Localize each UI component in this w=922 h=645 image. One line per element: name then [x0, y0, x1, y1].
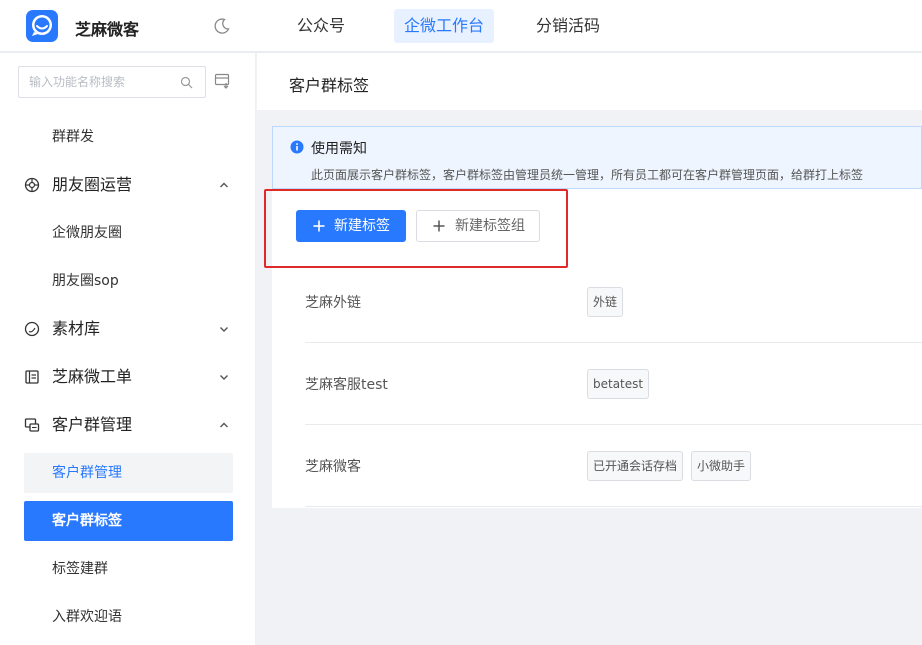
tag-chip[interactable]: 已开通会话存档	[587, 451, 684, 481]
info-icon	[290, 140, 304, 154]
brand-name: 芝麻微客	[75, 20, 140, 39]
page-header: 客户群标签	[257, 53, 922, 110]
tag-chip[interactable]: 小微助手	[691, 451, 752, 481]
search-icon[interactable]	[180, 76, 193, 89]
chevron-down-icon	[220, 327, 228, 332]
sidebar-item-kehuqun-manage[interactable]: 客户群管理	[24, 453, 233, 493]
sidebar-search	[18, 66, 206, 98]
sidebar-search-input[interactable]	[29, 67, 179, 97]
chevron-up-icon	[220, 422, 228, 428]
page-title: 客户群标签	[289, 76, 370, 95]
tag-group-row: 芝麻客服test betatest	[305, 343, 922, 425]
usage-notice: 使用需知 此页面展示客户群标签，客户群标签由管理员统一管理，所有员工都可在客户群…	[272, 126, 922, 189]
sidebar-group-pengyouquan[interactable]: 朋友圈运营	[0, 165, 256, 205]
sidebar-group-label: 朋友圈运营	[52, 175, 133, 194]
new-tag-button[interactable]: 新建标签	[296, 210, 406, 242]
content-card: 使用需知 此页面展示客户群标签，客户群标签由管理员统一管理，所有员工都可在客户群…	[272, 126, 922, 508]
top-header: 芝麻微客 公众号 企微工作台 分销活码	[0, 0, 922, 52]
group-chat-icon	[24, 418, 40, 432]
tag-group-name: 芝麻微客	[305, 459, 361, 475]
tag-group-row: 芝麻外链 外链	[305, 261, 922, 343]
notice-title: 使用需知	[311, 141, 367, 157]
nav-gongzhonghao[interactable]: 公众号	[287, 9, 355, 43]
sidebar-group-gongdan[interactable]: 芝麻微工单	[0, 357, 256, 397]
sidebar-group-sucai[interactable]: 素材库	[0, 309, 256, 349]
tag-group-row: 芝麻微客 已开通会话存档 小微助手	[305, 425, 922, 507]
tag-chip[interactable]: betatest	[587, 369, 650, 399]
dark-mode-icon[interactable]	[213, 17, 231, 35]
aperture-icon	[24, 177, 40, 193]
tag-chip[interactable]: 外链	[587, 287, 624, 317]
plus-icon	[433, 220, 445, 232]
sidebar-group-kehuqun[interactable]: 客户群管理	[0, 405, 256, 445]
work-order-icon	[25, 370, 39, 384]
plus-icon	[313, 220, 325, 232]
sidebar-item-welcome[interactable]: 入群欢迎语	[24, 597, 233, 637]
sidebar: 群群发 朋友圈运营 企微朋友圈 朋友圈sop 素材库	[0, 53, 256, 645]
collapse-sidebar-icon[interactable]	[214, 72, 232, 90]
nav-qiwei-workbench[interactable]: 企微工作台	[394, 9, 495, 43]
sidebar-item-qiwei-pyq[interactable]: 企微朋友圈	[24, 213, 233, 253]
notice-text: 此页面展示客户群标签，客户群标签由管理员统一管理，所有员工都可在客户群管理页面，…	[311, 168, 864, 182]
new-tag-group-button-label: 新建标签组	[455, 218, 525, 234]
sidebar-item-kehuqun-tags[interactable]: 客户群标签	[24, 501, 233, 541]
tag-group-name: 芝麻客服test	[305, 377, 388, 393]
sidebar-group-label: 芝麻微工单	[52, 367, 133, 386]
tag-group-name: 芝麻外链	[305, 295, 361, 311]
app-logo-icon[interactable]	[26, 10, 58, 42]
chevron-up-icon	[220, 182, 228, 188]
sidebar-item-qunqunfa[interactable]: 群群发	[24, 117, 233, 157]
sidebar-item-pyq-sop[interactable]: 朋友圈sop	[24, 261, 233, 301]
material-library-icon	[24, 321, 40, 337]
nav-fenxiao-huoma[interactable]: 分销活码	[526, 9, 610, 43]
new-tag-button-label: 新建标签	[334, 218, 390, 234]
new-tag-group-button[interactable]: 新建标签组	[416, 210, 540, 242]
sidebar-group-label: 素材库	[52, 319, 101, 338]
sidebar-group-label: 客户群管理	[52, 415, 133, 434]
chevron-down-icon	[220, 375, 228, 380]
sidebar-item-tag-build[interactable]: 标签建群	[24, 549, 233, 589]
